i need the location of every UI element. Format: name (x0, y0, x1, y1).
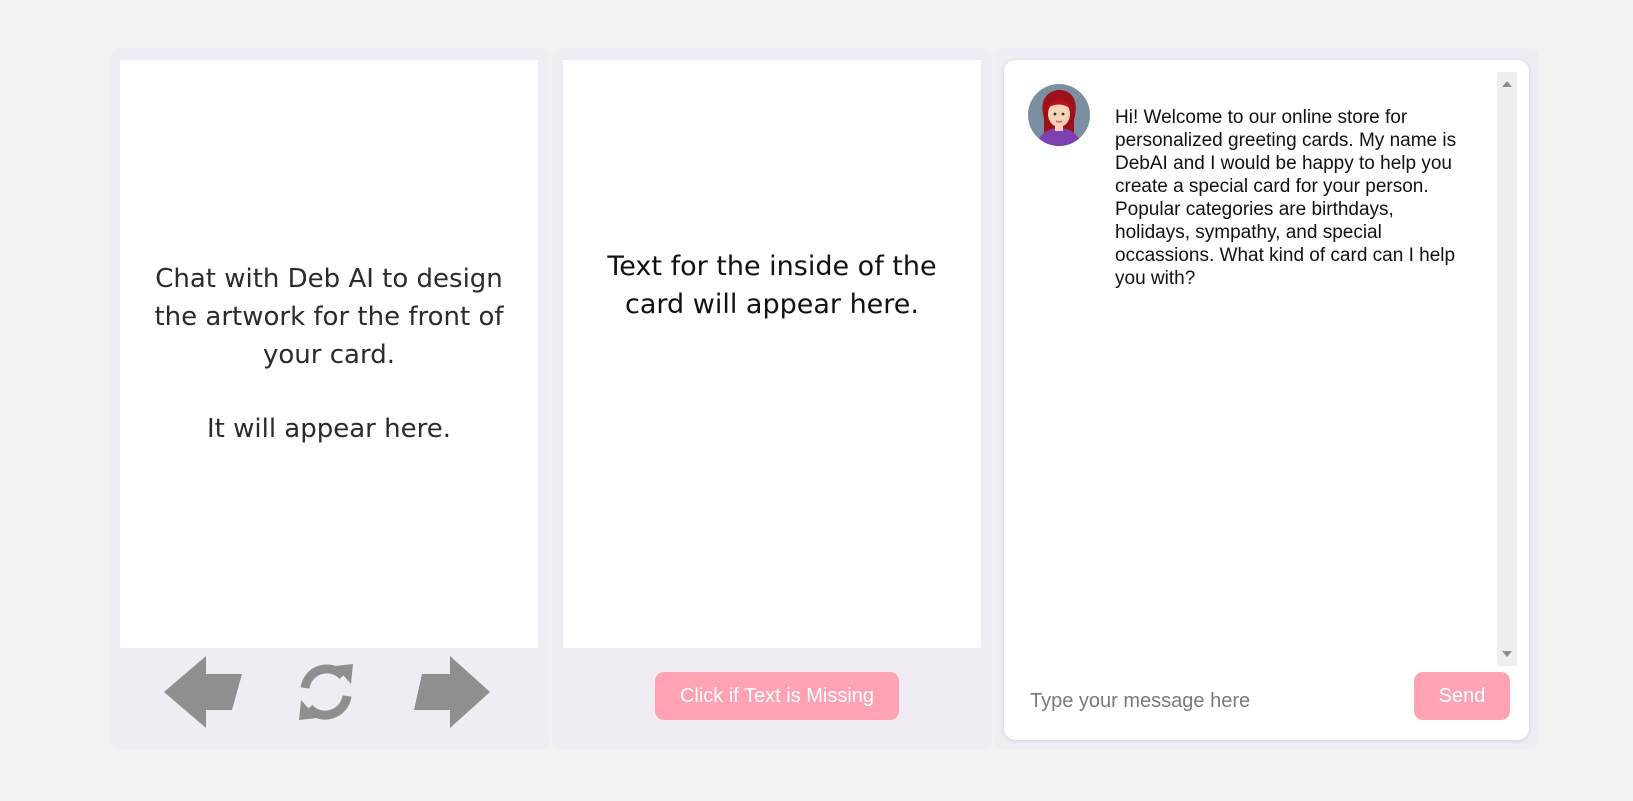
chat-scrollbar[interactable] (1497, 72, 1517, 666)
previous-button[interactable] (162, 654, 242, 735)
chat-window: Hi! Welcome to our online store for pers… (1004, 60, 1529, 740)
refresh-icon (299, 664, 353, 720)
message-input[interactable] (1028, 680, 1392, 722)
front-card-placeholder: It will appear here. (206, 414, 451, 444)
right-arrow-icon (414, 656, 490, 728)
missing-text-button[interactable]: Click if Text is Missing (655, 672, 899, 720)
scroll-up-icon[interactable] (1502, 81, 1512, 87)
left-arrow-icon (164, 656, 242, 728)
flip-card-button[interactable] (295, 660, 357, 729)
chat-message-text: Hi! Welcome to our online store for pers… (1115, 107, 1457, 289)
front-card-panel: Chat with Deb AI to design the artwork f… (110, 48, 550, 750)
inside-card-placeholder: Text for the inside of the card will app… (607, 251, 937, 320)
scroll-down-icon[interactable] (1502, 651, 1512, 657)
assistant-avatar-icon (1028, 84, 1090, 146)
chat-message-list: Hi! Welcome to our online store for pers… (1004, 60, 1494, 670)
chat-panel: Hi! Welcome to our online store for pers… (994, 48, 1539, 750)
front-card-preview: Chat with Deb AI to design the artwork f… (120, 60, 538, 648)
inside-card-panel: Text for the inside of the card will app… (552, 48, 992, 750)
inside-card-preview: Text for the inside of the card will app… (563, 60, 981, 648)
front-card-instructions: Chat with Deb AI to design the artwork f… (154, 264, 504, 370)
next-button[interactable] (412, 654, 492, 735)
debai-avatar (1028, 84, 1090, 146)
chat-message: Hi! Welcome to our online store for pers… (1028, 84, 1465, 290)
send-button[interactable]: Send (1414, 672, 1510, 720)
